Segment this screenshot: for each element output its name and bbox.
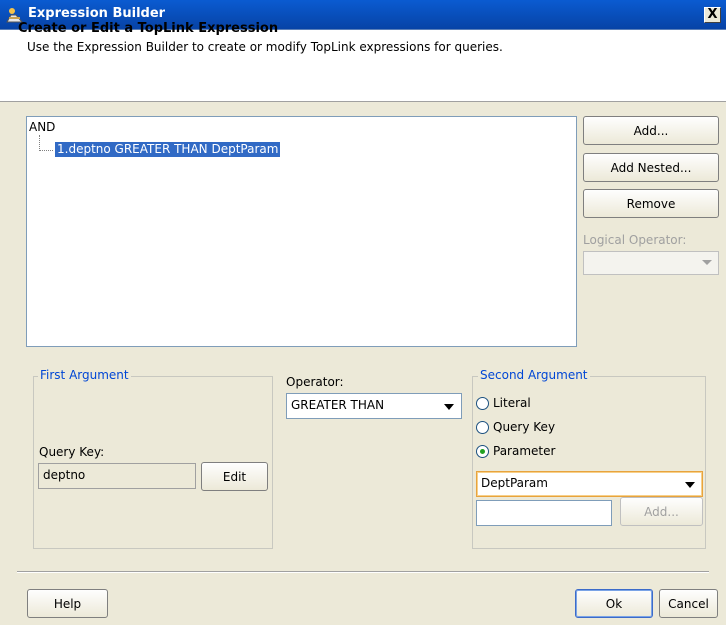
radio-query-key-label: Query Key xyxy=(493,420,556,434)
ok-button-label: Ok xyxy=(605,596,623,611)
first-argument-legend: First Argument xyxy=(38,368,131,382)
tree-root-node[interactable]: AND xyxy=(29,120,55,134)
operator-value: GREATER THAN xyxy=(291,398,385,412)
close-icon: X xyxy=(707,7,718,22)
remove-button[interactable]: Remove xyxy=(583,189,719,218)
parameter-value: DeptParam xyxy=(481,476,548,490)
remove-button-label: Remove xyxy=(626,196,676,211)
tree-connector xyxy=(39,135,53,151)
chevron-down-icon xyxy=(685,482,695,488)
parameter-add-button-label: Add... xyxy=(644,504,679,519)
parameter-input[interactable] xyxy=(476,500,612,526)
logical-operator-select[interactable] xyxy=(583,251,719,275)
add-button[interactable]: Add... xyxy=(583,116,719,145)
chevron-down-icon xyxy=(444,404,454,410)
radio-literal[interactable]: Literal xyxy=(476,396,531,410)
edit-button[interactable]: Edit xyxy=(201,462,268,491)
parameter-select[interactable]: DeptParam xyxy=(476,471,703,497)
window-title: Expression Builder xyxy=(28,6,166,21)
radio-literal-control[interactable] xyxy=(476,396,489,410)
radio-query-key[interactable]: Query Key xyxy=(476,420,555,434)
parameter-add-button[interactable]: Add... xyxy=(620,497,703,526)
help-button-label: Help xyxy=(53,596,82,611)
cancel-button-label: Cancel xyxy=(668,596,709,611)
add-nested-button[interactable]: Add Nested... xyxy=(583,153,719,182)
expression-tree[interactable]: AND 1.deptno GREATER THAN DeptParam xyxy=(26,116,577,347)
ok-button[interactable]: Ok xyxy=(575,589,653,618)
radio-query-key-control[interactable] xyxy=(476,420,489,434)
close-button[interactable]: X xyxy=(704,7,721,23)
operator-select[interactable]: GREATER THAN xyxy=(286,393,462,419)
header-title: Create or Edit a TopLink Expression xyxy=(18,21,279,36)
operator-label: Operator: xyxy=(286,375,344,389)
radio-parameter[interactable]: Parameter xyxy=(476,444,555,458)
tree-node-selected[interactable]: 1.deptno GREATER THAN DeptParam xyxy=(55,142,281,157)
radio-parameter-label: Parameter xyxy=(493,444,556,458)
chevron-down-icon xyxy=(702,260,712,265)
query-key-label: Query Key: xyxy=(39,445,105,459)
footer-separator xyxy=(17,571,709,573)
logical-operator-label: Logical Operator: xyxy=(583,233,687,247)
radio-literal-label: Literal xyxy=(493,396,531,410)
add-nested-button-label: Add Nested... xyxy=(610,160,692,175)
second-argument-legend: Second Argument xyxy=(478,368,590,382)
radio-parameter-control[interactable] xyxy=(476,444,489,458)
cancel-button[interactable]: Cancel xyxy=(659,589,718,618)
add-button-label: Add... xyxy=(633,123,669,138)
edit-button-label: Edit xyxy=(222,469,247,484)
query-key-field[interactable]: deptno xyxy=(38,463,196,489)
help-button[interactable]: Help xyxy=(27,589,108,618)
header-description: Use the Expression Builder to create or … xyxy=(27,40,503,54)
